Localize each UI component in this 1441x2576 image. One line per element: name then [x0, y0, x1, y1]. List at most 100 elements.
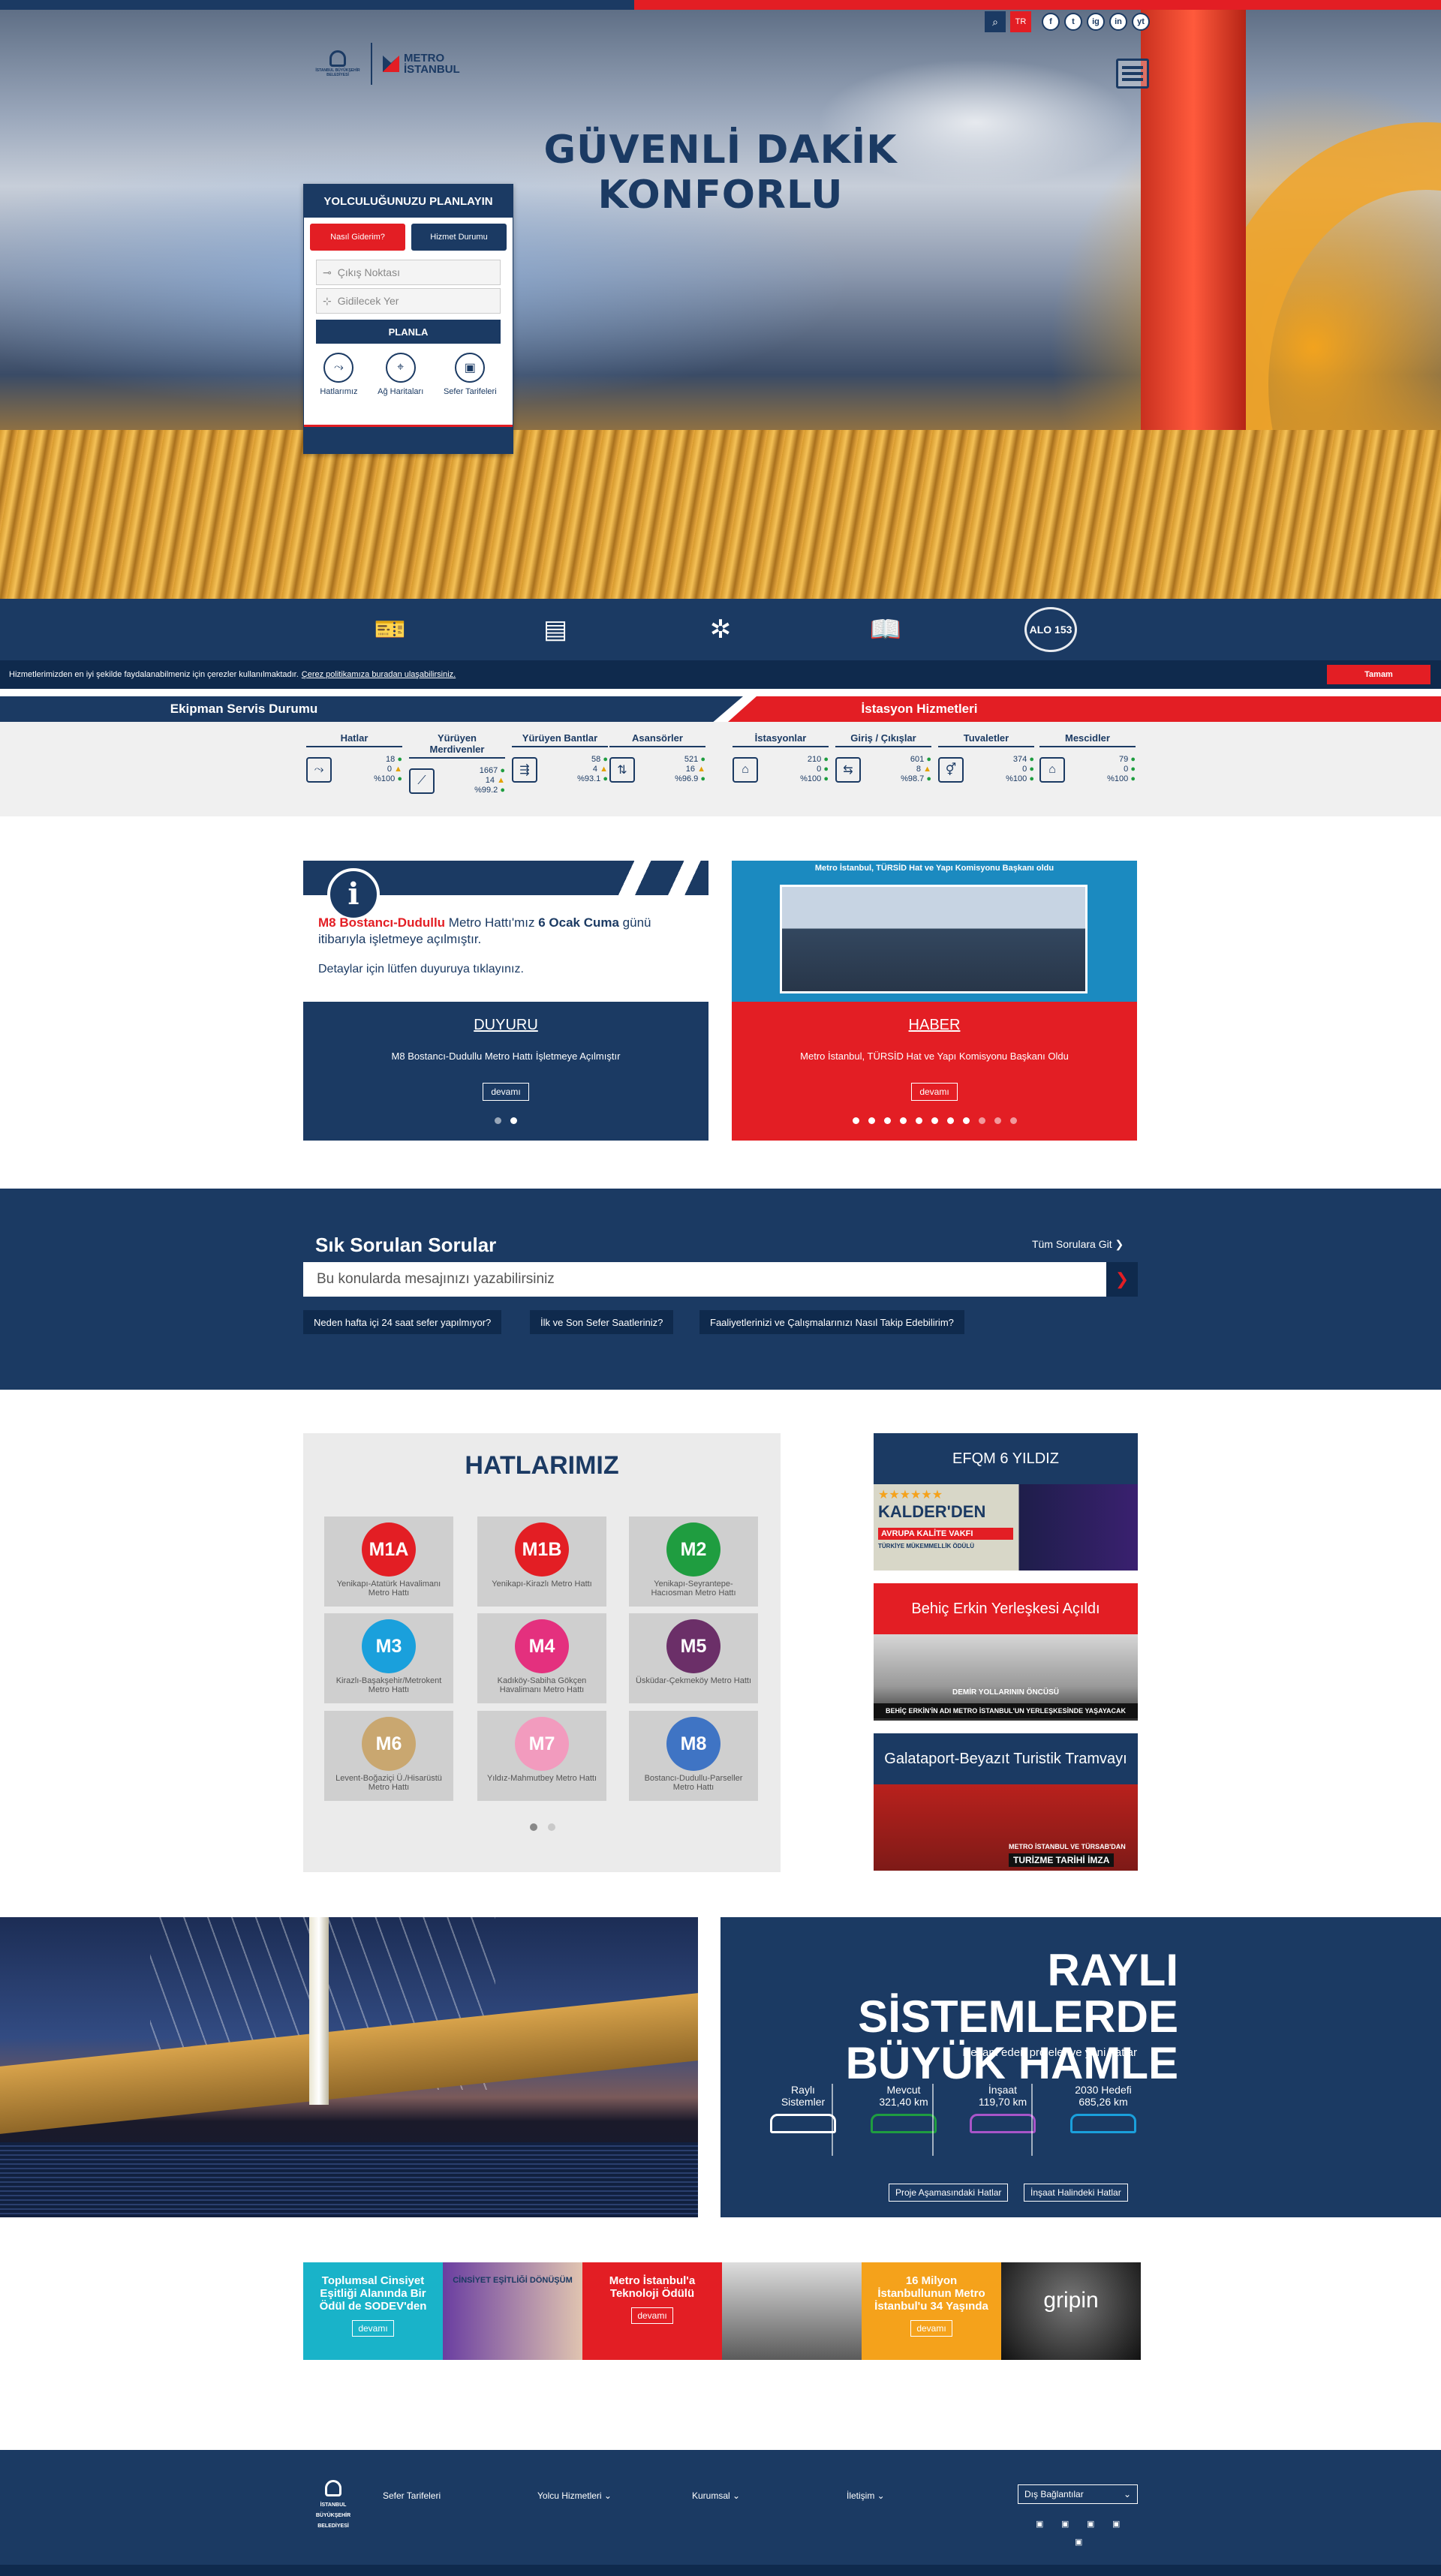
rail-stat-2030: 2030 Hedefi 685,26 km [1055, 2084, 1151, 2133]
link-network-maps[interactable]: ⌖ Ağ Haritaları [378, 353, 423, 396]
announcement-card[interactable]: i M8 Bostancı-Dudullu Metro Hattı'mız 6 … [303, 861, 708, 1141]
linkedin-icon[interactable]: in [1109, 13, 1127, 31]
our-lines-section: HATLARIMIZ M1A Yenikapı-Atatürk Havaliman… [303, 1433, 781, 1872]
announcement-more-button[interactable]: devamı [483, 1083, 529, 1101]
line-card-m2[interactable]: M2 Yenikapı-Seyrantepe-Hacıosman Metro Ha… [629, 1516, 758, 1607]
equipment-status-title: Ekipman Servis Durumu [0, 696, 743, 722]
announcement-dots[interactable] [495, 1117, 517, 1124]
metro-istanbul-logo[interactable]: METRO İSTANBUL [383, 53, 460, 75]
faq-chip[interactable]: Faaliyetlerinizi ve Çalışmalarınızı Nası… [699, 1310, 964, 1334]
twitter-icon[interactable]: t [1064, 13, 1082, 31]
cookie-policy-link[interactable]: Çerez politikamıza buradan ulaşabilirsin… [302, 670, 456, 679]
news-card[interactable]: Metro İstanbul, TÜRSİD Hat ve Yapı Komis… [732, 861, 1137, 1141]
line-card-m1b[interactable]: M1B Yenikapı-Kirazlı Metro Hattı [477, 1516, 606, 1607]
status-col-masjids[interactable]: Mescidler ⌂ 79 ● 0 ● %100 ● [1039, 732, 1136, 784]
ticket-machine-icon[interactable]: ▤ [529, 607, 582, 652]
rail-stat-current: Mevcut 321,40 km [856, 2084, 952, 2133]
status-col-toilets[interactable]: Tuvaletler ⚥ 374 ● 0 ● %100 ● [938, 732, 1034, 784]
status-col-title: Yürüyen Bantlar [512, 732, 608, 747]
projects-planned-button[interactable]: Proje Aşamasındaki Hatlar [889, 2184, 1009, 2202]
external-links-select[interactable]: Dış Bağlantılar ⌄ [1018, 2484, 1138, 2504]
faq-all-link[interactable]: Tüm Sorulara Git ❯ [1032, 1238, 1124, 1251]
plan-button[interactable]: PLANLA [316, 320, 501, 344]
promo-card-1[interactable]: Toplumsal Cinsiyet Eşitliği Alanında Bir… [303, 2262, 443, 2360]
cookie-ok-button[interactable]: Tamam [1327, 665, 1430, 684]
promo-card-6[interactable]: gripin [1001, 2262, 1141, 2360]
tab-service-status[interactable]: Hizmet Durumu [411, 224, 507, 251]
guide-icon[interactable]: 📖 [859, 607, 912, 652]
footer-ibb-logo[interactable]: İSTANBUL BÜYÜKŞEHİR BELEDİYESİ [303, 2480, 363, 2531]
line-desc: Yenikapı-Atatürk Havalimanı Metro Hattı [336, 1580, 441, 1598]
projects-construction-button[interactable]: İnşaat Halindeki Hatlar [1024, 2184, 1128, 2202]
station-services-title: İstasyon Hizmetleri [728, 696, 1441, 722]
search-icon[interactable]: ⌕ [985, 11, 1006, 32]
youtube-icon[interactable]: yt [1132, 13, 1150, 31]
footer-app-icon[interactable]: ▣ [1036, 2519, 1043, 2529]
faq-search-button[interactable]: ❯ [1106, 1262, 1138, 1297]
footer-app-icon[interactable]: ▣ [1075, 2537, 1082, 2547]
promo-card-2[interactable]: CİNSİYET EŞİTLİĞİ DÖNÜŞÜM [443, 2262, 582, 2360]
announcement-label: DUYURU [474, 1017, 538, 1033]
link-timetables[interactable]: ▣ Sefer Tarifeleri [444, 353, 497, 396]
promo-card-4[interactable] [722, 2262, 862, 2360]
rail-title: RAYLI SİSTEMLERDE BÜYÜK HAMLE [845, 1945, 1178, 2088]
status-col-stations[interactable]: İstasyonlar ⌂ 210 ● 0 ● %100 ● [733, 732, 829, 784]
lines-icon: ⤳ [323, 353, 354, 383]
ticket-icon[interactable]: 🎫 [364, 607, 417, 652]
footer-link-timetables[interactable]: Sefer Tarifeleri [383, 2490, 441, 2501]
faq-search-input[interactable]: Bu konularda mesajınızı yazabilirsiniz [303, 1262, 1106, 1297]
footer-link-contact[interactable]: İletişim ⌄ [847, 2490, 885, 2501]
promo-more-button[interactable]: devamı [910, 2320, 952, 2337]
footer-app-icon[interactable]: ▣ [1087, 2519, 1094, 2529]
alo-153-icon[interactable]: ALO 153 [1024, 607, 1077, 652]
line-card-m3[interactable]: M3 Kirazlı-Başakşehir/Metrokent Metro Hat… [324, 1613, 453, 1703]
our-lines-title: HATLARIMIZ [465, 1451, 619, 1480]
status-col-entrances[interactable]: Giriş / Çıkışlar ⇆ 601 ● 8 ▲ %98.7 ● [835, 732, 931, 784]
line-card-m7[interactable]: M7 Yıldız-Mahmutbey Metro Hattı [477, 1711, 606, 1801]
side-news-behic-erkin[interactable]: Behiç Erkin Yerleşkesi Açıldı DEMİR YOLL… [874, 1583, 1138, 1721]
footer-link-corporate[interactable]: Kurumsal ⌄ [692, 2490, 740, 2501]
line-card-m8[interactable]: M8 Bostancı-Dudullu-Parseller Metro Hattı [629, 1711, 758, 1801]
side-news-galataport[interactable]: Galataport-Beyazıt Turistik Tramvayı MET… [874, 1733, 1138, 1871]
side-news-efqm[interactable]: EFQM 6 YILDIZ ★★★★★★ KALDER'DEN AVRUPA K… [874, 1433, 1138, 1571]
language-button[interactable]: TR [1010, 11, 1031, 32]
footer-app-icon[interactable]: ▣ [1061, 2519, 1069, 2529]
link-our-lines[interactable]: ⤳ Hatlarımız [320, 353, 357, 396]
line-card-m5[interactable]: M5 Üsküdar-Çekmeköy Metro Hattı [629, 1613, 758, 1703]
status-col-escalators[interactable]: Yürüyen Merdivenler ⟋ 1667 ● 14 ▲ %99.2 ● [409, 732, 505, 795]
promo-more-button[interactable]: devamı [631, 2307, 673, 2324]
logo-area[interactable]: İSTANBUL BÜYÜKŞEHİR BELEDİYESİ METRO İSTA… [315, 41, 473, 86]
status-col-elevators[interactable]: Asansörler ⇅ 521 ● 16 ▲ %96.9 ● [609, 732, 705, 784]
promo-card-3[interactable]: Metro İstanbul'a Teknoloji Ödülü devamı [582, 2262, 722, 2360]
ibb-logo[interactable]: İSTANBUL BÜYÜKŞEHİR BELEDİYESİ [315, 41, 360, 86]
instagram-icon[interactable]: ig [1087, 13, 1105, 31]
faq-chip[interactable]: Neden hafta içi 24 saat sefer yapılmıyor… [303, 1310, 502, 1334]
menu-icon[interactable] [1116, 59, 1149, 89]
news-dots[interactable] [852, 1117, 1017, 1124]
tab-how-to-go[interactable]: Nasıl Giderim? [310, 224, 405, 251]
journey-planner: YOLCULUĞUNUZU PLANLAYIN Nasıl Giderim? H… [303, 184, 513, 454]
promo-more-button[interactable]: devamı [352, 2320, 394, 2337]
line-card-m6[interactable]: M6 Levent-Boğaziçi Ü./Hisarüstü Metro Hat… [324, 1711, 453, 1801]
origin-input[interactable]: ⊸ Çıkış Noktası [316, 260, 501, 285]
faq-section: Sık Sorulan Sorular Tüm Sorulara Git ❯ B… [0, 1189, 1441, 1390]
destination-input[interactable]: ⊹ Gidilecek Yer [316, 288, 501, 314]
status-col-lines[interactable]: Hatlar ⤳ 18 ● 0 ▲ %100 ● [306, 732, 402, 784]
station-icon[interactable]: ✲ [694, 607, 747, 652]
cookie-banner: Hizmetlerimizden en iyi şekilde faydalan… [0, 660, 1441, 689]
news-more-button[interactable]: devamı [911, 1083, 958, 1101]
destination-placeholder: Gidilecek Yer [337, 295, 399, 307]
faq-chip[interactable]: İlk ve Son Sefer Saatleriniz? [530, 1310, 674, 1334]
promo-card-5[interactable]: 16 Milyon İstanbullunun Metro İstanbul'u… [862, 2262, 1001, 2360]
line-card-m1a[interactable]: M1A Yenikapı-Atatürk Havalimanı Metro Hat… [324, 1516, 453, 1607]
status-col-walkways[interactable]: Yürüyen Bantlar ⇶ 58 ● 4 ▲ %93.1 ● [512, 732, 608, 784]
line-desc: Bostancı-Dudullu-Parseller Metro Hattı [644, 1774, 743, 1792]
lines-pager[interactable] [530, 1823, 555, 1831]
line-card-m4[interactable]: M4 Kadıköy-Sabiha Gökçen Havalimanı Metro… [477, 1613, 606, 1703]
facebook-icon[interactable]: f [1042, 13, 1060, 31]
top-icons: ⌕ TR f t ig in yt [985, 11, 1150, 32]
announcement-detail: Detaylar için lütfen duyuruya tıklayınız… [318, 963, 524, 975]
planner-links: ⤳ Hatlarımız ⌖ Ağ Haritaları ▣ Sefer Tarife… [304, 350, 513, 399]
footer-link-passenger-services[interactable]: Yolcu Hizmetleri ⌄ [537, 2490, 612, 2501]
footer-app-icon[interactable]: ▣ [1112, 2519, 1120, 2529]
